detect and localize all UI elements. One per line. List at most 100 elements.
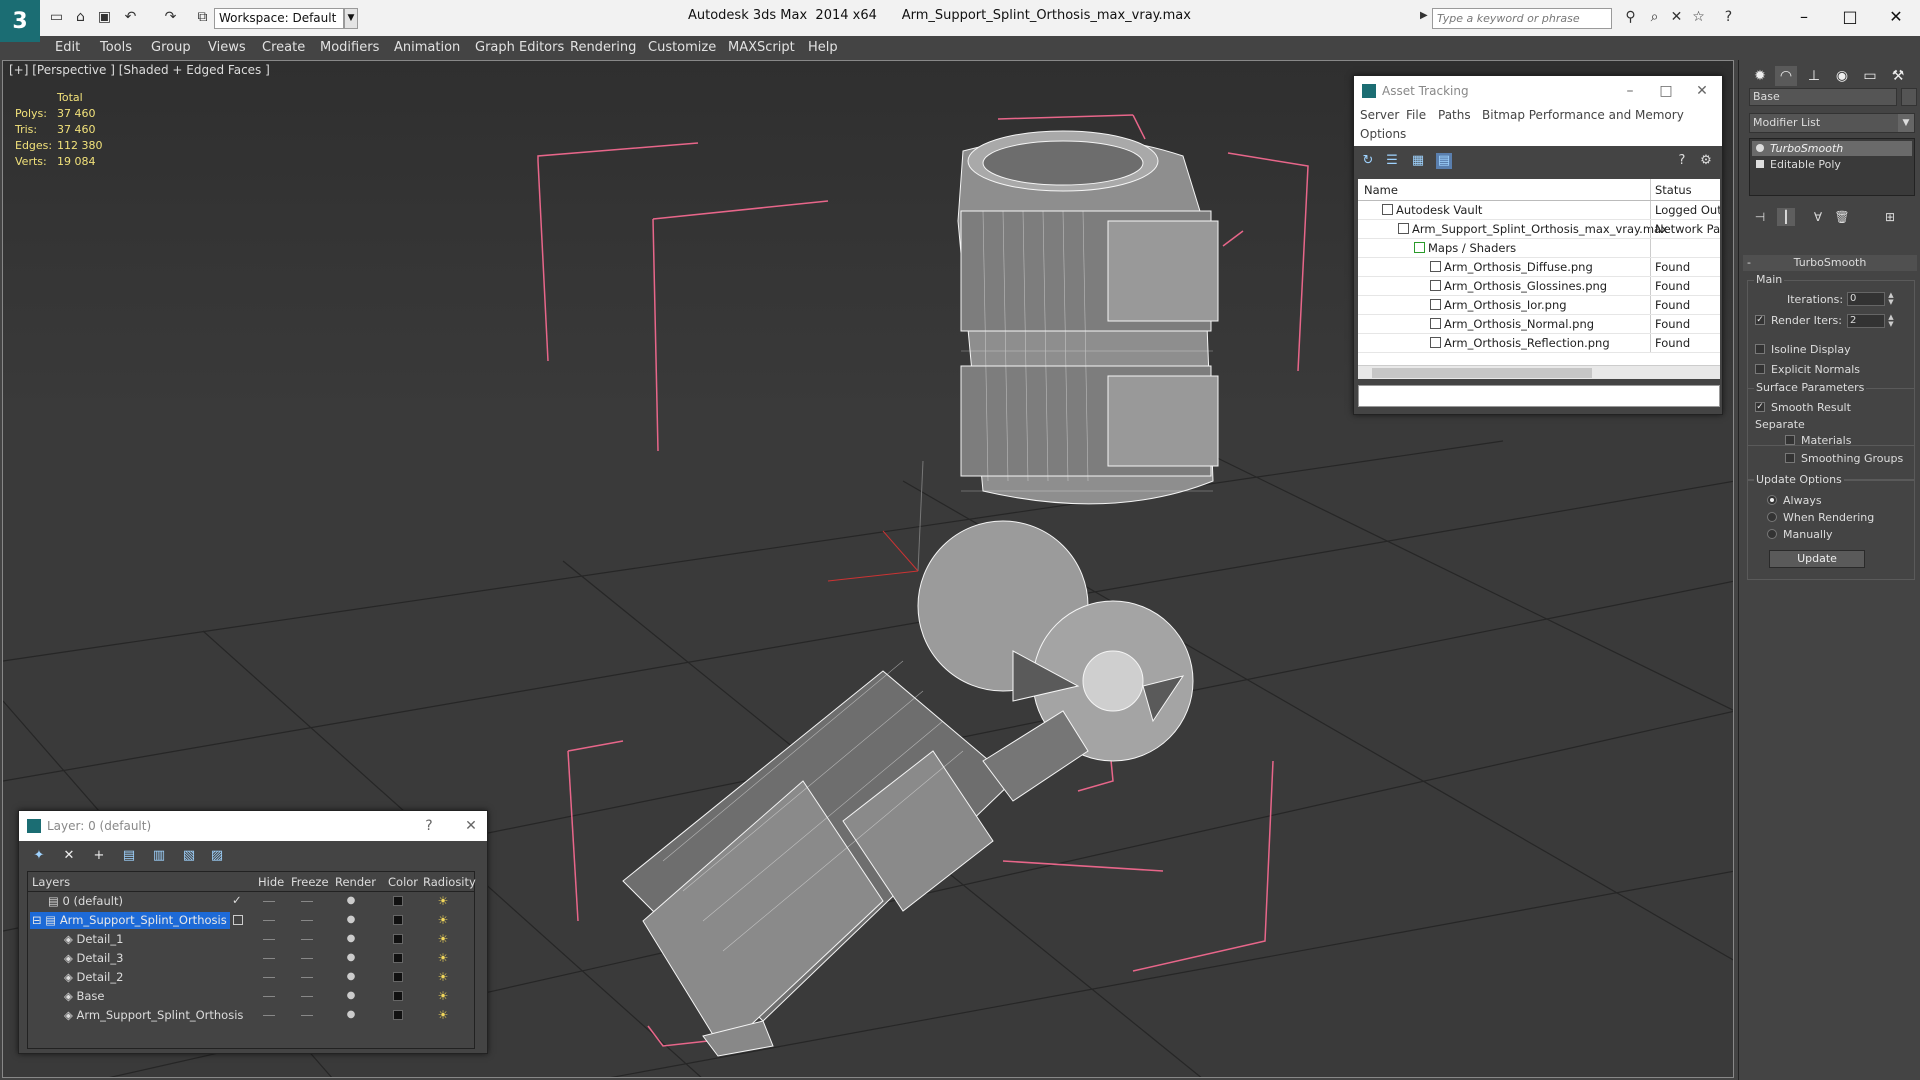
menu-rendering[interactable]: Rendering	[570, 40, 636, 55]
radiosity-bulb-icon[interactable]: ☀	[436, 970, 450, 984]
pin-stack-icon[interactable]: ⊣	[1751, 208, 1769, 226]
update-always-radio[interactable]	[1767, 495, 1777, 505]
column-radiosity[interactable]: Radiosity	[423, 875, 476, 889]
menu-animation[interactable]: Animation	[394, 40, 460, 55]
radiosity-bulb-icon[interactable]: ☀	[436, 1008, 450, 1022]
table-row[interactable]: Arm_Support_Splint_Orthosis_max_vray.max…	[1358, 220, 1720, 239]
remove-modifier-icon[interactable]: 🗑	[1833, 208, 1851, 226]
chevron-down-icon[interactable]: ▼	[1898, 114, 1914, 132]
menu-maxscript[interactable]: MAXScript	[728, 40, 795, 55]
create-tab-icon[interactable]: ✹	[1749, 66, 1771, 86]
spinner-arrows-icon[interactable]: ▲ ▼	[1887, 314, 1895, 328]
radiosity-bulb-icon[interactable]: ☀	[436, 894, 450, 908]
expand-plus-icon[interactable]	[1756, 160, 1764, 168]
iterations-spinner[interactable]: 0	[1847, 292, 1885, 306]
modifier-list-dropdown[interactable]: Modifier List ▼	[1749, 113, 1915, 133]
layer-row[interactable]: ◈ Detail_3 ● ☀	[28, 949, 474, 968]
table-view-icon[interactable]: ▤	[1436, 153, 1452, 169]
viewport-label[interactable]: [+] [Perspective ] [Shaded + Edged Faces…	[9, 63, 270, 77]
radiosity-bulb-icon[interactable]: ☀	[436, 951, 450, 965]
horizontal-scrollbar[interactable]	[1358, 365, 1720, 379]
column-color[interactable]: Color	[388, 875, 418, 889]
table-row[interactable]: Arm_Orthosis_Reflection.png Found	[1358, 334, 1720, 353]
layer-row[interactable]: ◈ Arm_Support_Splint_Orthosis ● ☀	[28, 1006, 474, 1025]
update-button[interactable]: Update	[1769, 550, 1865, 568]
render-iters-spinner[interactable]: 2	[1847, 314, 1885, 328]
highlight-layer-icon[interactable]: ▥	[151, 848, 167, 864]
menu-edit[interactable]: Edit	[55, 40, 80, 55]
motion-tab-icon[interactable]: ◉	[1831, 66, 1853, 86]
menu-options[interactable]: Options	[1360, 127, 1406, 141]
layer-color-swatch[interactable]	[393, 896, 403, 906]
app-menu-button[interactable]: 3	[0, 0, 40, 42]
menu-file[interactable]: File	[1406, 108, 1426, 122]
scrollbar-thumb[interactable]	[1372, 368, 1592, 378]
show-end-result-icon[interactable]: ┃	[1777, 208, 1795, 226]
create-layer-icon[interactable]: ✦	[31, 848, 47, 864]
light-bulb-icon[interactable]	[1756, 144, 1764, 152]
help-icon[interactable]: ?	[413, 811, 445, 841]
binoculars-icon[interactable]: ⚲	[1622, 9, 1639, 26]
layer-row[interactable]: ⊟ ▤ Arm_Support_Splint_Orthosis ● ☀	[28, 911, 474, 930]
layer-row[interactable]: ◈ Base ● ☀	[28, 987, 474, 1006]
list-view-icon[interactable]: ☰	[1384, 153, 1400, 169]
new-file-icon[interactable]: ▭	[48, 9, 65, 26]
search-icon[interactable]: ⌕	[1646, 9, 1663, 26]
layer-row[interactable]: ▤ 0 (default) ✓ ● ☀	[28, 892, 474, 911]
display-tab-icon[interactable]: ▭	[1859, 66, 1881, 86]
menu-create[interactable]: Create	[262, 40, 305, 55]
select-objects-icon[interactable]: ▤	[121, 848, 137, 864]
menu-modifiers[interactable]: Modifiers	[320, 40, 379, 55]
table-row[interactable]: Arm_Orthosis_Glossines.png Found	[1358, 277, 1720, 296]
asset-path-field[interactable]	[1358, 385, 1720, 407]
refresh-icon[interactable]: ↻	[1360, 153, 1376, 169]
layer-color-swatch[interactable]	[393, 953, 403, 963]
smoothing-groups-checkbox[interactable]	[1785, 453, 1795, 463]
menu-group[interactable]: Group	[151, 40, 191, 55]
layer-color-swatch[interactable]	[393, 991, 403, 1001]
freeze-all-icon[interactable]: ▨	[209, 848, 225, 864]
help-icon[interactable]: ?	[1674, 153, 1690, 169]
isoline-display-checkbox[interactable]	[1755, 344, 1765, 354]
hierarchy-tab-icon[interactable]: ⊥	[1803, 66, 1825, 86]
settings-icon[interactable]: ⚙	[1698, 153, 1714, 169]
table-row[interactable]: Arm_Orthosis_Ior.png Found	[1358, 296, 1720, 315]
column-status[interactable]: Status	[1650, 179, 1720, 200]
radiosity-bulb-icon[interactable]: ☀	[436, 989, 450, 1003]
open-file-icon[interactable]: ⌂	[72, 9, 89, 26]
close-icon[interactable]: ✕	[1686, 76, 1718, 106]
menu-graph-editors[interactable]: Graph Editors	[475, 40, 564, 55]
spinner-arrows-icon[interactable]: ▲ ▼	[1887, 292, 1895, 306]
render-iters-checkbox[interactable]: ✓	[1755, 315, 1765, 325]
radiosity-bulb-icon[interactable]: ☀	[436, 913, 450, 927]
render-teapot-icon[interactable]: ●	[345, 894, 357, 908]
table-row[interactable]: Arm_Orthosis_Diffuse.png Found	[1358, 258, 1720, 277]
communication-icon[interactable]: ✕	[1668, 9, 1685, 26]
menu-views[interactable]: Views	[208, 40, 246, 55]
render-teapot-icon[interactable]: ●	[345, 1008, 357, 1022]
stack-item-editable-poly[interactable]: Editable Poly	[1752, 157, 1912, 172]
asset-tracking-titlebar[interactable]: Asset Tracking – □ ✕	[1354, 76, 1722, 106]
update-when-rendering-radio[interactable]	[1767, 512, 1777, 522]
layer-row[interactable]: ◈ Detail_1 ● ☀	[28, 930, 474, 949]
menu-server[interactable]: Server	[1360, 108, 1399, 122]
menu-bitmap-performance[interactable]: Bitmap Performance and Memory	[1482, 108, 1684, 122]
rollout-header[interactable]: - TurboSmooth	[1743, 255, 1917, 271]
configure-modifier-sets-icon[interactable]: ⊞	[1881, 208, 1899, 226]
object-name-field[interactable]: Base	[1749, 88, 1897, 106]
render-teapot-icon[interactable]: ●	[345, 989, 357, 1003]
current-layer-check-icon[interactable]: ✓	[232, 893, 242, 907]
minimize-icon[interactable]: –	[1614, 76, 1646, 106]
undo-icon[interactable]: ↶	[122, 9, 139, 26]
thumbnail-view-icon[interactable]: ▦	[1410, 153, 1426, 169]
favorites-star-icon[interactable]: ☆	[1690, 9, 1707, 26]
column-render[interactable]: Render	[335, 875, 376, 889]
redo-icon[interactable]: ↷	[162, 9, 179, 26]
project-folder-icon[interactable]: ⧉	[194, 9, 211, 26]
utilities-tab-icon[interactable]: ⚒	[1887, 66, 1909, 86]
add-selected-icon[interactable]: +	[91, 848, 107, 864]
close-icon[interactable]: ✕	[455, 811, 487, 841]
explicit-normals-checkbox[interactable]	[1755, 364, 1765, 374]
menu-tools[interactable]: Tools	[100, 40, 132, 55]
delete-layer-icon[interactable]: ✕	[61, 848, 77, 864]
